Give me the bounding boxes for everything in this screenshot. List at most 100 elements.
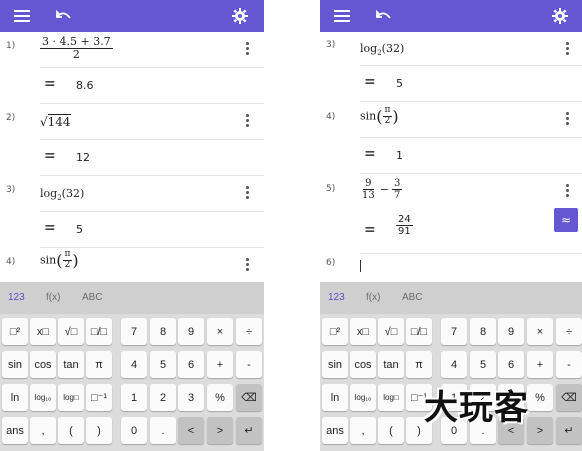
more-vertical-icon[interactable] xyxy=(564,112,570,126)
fraction-key[interactable]: □/□ xyxy=(406,318,432,345)
list-item[interactable]: 3) log2(32) = 5 xyxy=(320,32,582,102)
list-item[interactable]: 3) log2(32) = 5 xyxy=(0,176,264,248)
inverse-key[interactable]: □⁻¹ xyxy=(86,384,112,411)
input-cell[interactable]: √144 xyxy=(40,104,264,140)
digit-5-key[interactable]: 5 xyxy=(150,351,176,378)
tab-123[interactable]: 123 xyxy=(328,292,345,303)
list-item[interactable]: 2) √144 = 12 xyxy=(0,104,264,176)
more-vertical-icon[interactable] xyxy=(564,42,570,56)
square-key[interactable]: □² xyxy=(2,318,28,345)
cos-key[interactable]: cos xyxy=(30,351,56,378)
digit-5-key[interactable]: 5 xyxy=(470,351,496,378)
list-item[interactable]: 5) 9 13−3 7 = 24 91 ≈ xyxy=(320,174,582,254)
digit-7-key[interactable]: 7 xyxy=(121,318,147,345)
digit-2-key[interactable]: 2 xyxy=(150,384,176,411)
enter-key[interactable]: ↵ xyxy=(236,417,262,444)
list-item[interactable]: 6) xyxy=(320,254,582,281)
multiply-key[interactable]: × xyxy=(527,318,553,345)
more-vertical-icon[interactable] xyxy=(244,42,250,56)
gear-icon[interactable] xyxy=(228,4,252,28)
cos-key[interactable]: cos xyxy=(350,351,376,378)
digit-4-key[interactable]: 4 xyxy=(121,351,147,378)
square-key[interactable]: □² xyxy=(322,318,348,345)
digit-8-key[interactable]: 8 xyxy=(150,318,176,345)
backspace-key[interactable]: ⌫ xyxy=(236,384,262,411)
undo-icon[interactable] xyxy=(372,4,396,28)
left-arrow-key[interactable]: < xyxy=(178,417,204,444)
digit-6-key[interactable]: 6 xyxy=(178,351,204,378)
comma-key[interactable]: , xyxy=(30,417,56,444)
hamburger-menu-icon[interactable] xyxy=(10,4,34,28)
log10-key[interactable]: log₁₀ xyxy=(350,384,376,411)
undo-icon[interactable] xyxy=(52,4,76,28)
input-cell[interactable]: log2(32) xyxy=(360,32,582,66)
list-item[interactable]: 1) 3 · 4.5 + 3.7 2 = 8.6 xyxy=(0,32,264,104)
input-field[interactable] xyxy=(360,254,582,281)
multiply-key[interactable]: × xyxy=(207,318,233,345)
sqrt-key[interactable]: √□ xyxy=(378,318,404,345)
digit-3-key[interactable]: 3 xyxy=(178,384,204,411)
tab-123[interactable]: 123 xyxy=(8,292,25,303)
divide-key[interactable]: ÷ xyxy=(236,318,262,345)
plus-key[interactable]: + xyxy=(527,351,553,378)
sin-key[interactable]: sin xyxy=(322,351,348,378)
ans-key[interactable]: ans xyxy=(2,417,28,444)
plus-key[interactable]: + xyxy=(207,351,233,378)
open-paren-key[interactable]: ( xyxy=(58,417,84,444)
more-vertical-icon[interactable] xyxy=(244,186,250,200)
minus-key[interactable]: - xyxy=(236,351,262,378)
digit-9-key[interactable]: 9 xyxy=(498,318,524,345)
tab-abc[interactable]: ABC xyxy=(402,292,423,303)
right-arrow-key[interactable]: > xyxy=(527,417,553,444)
log-base-key[interactable]: log□ xyxy=(58,384,84,411)
digit-6-key[interactable]: 6 xyxy=(498,351,524,378)
input-cell[interactable]: sin(π 2) xyxy=(40,248,264,281)
decimal-key[interactable]: . xyxy=(150,417,176,444)
digit-9-key[interactable]: 9 xyxy=(178,318,204,345)
percent-key[interactable]: % xyxy=(527,384,553,411)
more-vertical-icon[interactable] xyxy=(564,184,570,198)
backspace-key[interactable]: ⌫ xyxy=(556,384,582,411)
hamburger-menu-icon[interactable] xyxy=(330,4,354,28)
input-cell[interactable]: log2(32) xyxy=(40,176,264,212)
log-base-key[interactable]: log□ xyxy=(378,384,404,411)
input-cell[interactable]: 3 · 4.5 + 3.7 2 xyxy=(40,32,264,68)
right-arrow-key[interactable]: > xyxy=(207,417,233,444)
comma-key[interactable]: , xyxy=(350,417,376,444)
tan-key[interactable]: tan xyxy=(58,351,84,378)
minus-key[interactable]: - xyxy=(556,351,582,378)
list-item[interactable]: 4) sin(π 2) xyxy=(0,248,264,281)
ln-key[interactable]: ln xyxy=(322,384,348,411)
ln-key[interactable]: ln xyxy=(2,384,28,411)
approximate-toggle-button[interactable]: ≈ xyxy=(554,208,578,232)
input-cell[interactable]: sin(π 2) xyxy=(360,102,582,138)
open-paren-key[interactable]: ( xyxy=(378,417,404,444)
tan-key[interactable]: tan xyxy=(378,351,404,378)
tab-abc[interactable]: ABC xyxy=(82,292,103,303)
pi-key[interactable]: π xyxy=(86,351,112,378)
sqrt-key[interactable]: √□ xyxy=(58,318,84,345)
divide-key[interactable]: ÷ xyxy=(556,318,582,345)
tab-functions[interactable]: f(x) xyxy=(46,292,60,303)
gear-icon[interactable] xyxy=(548,4,572,28)
digit-1-key[interactable]: 1 xyxy=(121,384,147,411)
tab-functions[interactable]: f(x) xyxy=(366,292,380,303)
percent-key[interactable]: % xyxy=(207,384,233,411)
ans-key[interactable]: ans xyxy=(322,417,348,444)
more-vertical-icon[interactable] xyxy=(244,258,250,272)
more-vertical-icon[interactable] xyxy=(244,114,250,128)
fraction-key[interactable]: □/□ xyxy=(86,318,112,345)
power-key[interactable]: x□ xyxy=(350,318,376,345)
enter-key[interactable]: ↵ xyxy=(556,417,582,444)
sin-key[interactable]: sin xyxy=(2,351,28,378)
digit-4-key[interactable]: 4 xyxy=(441,351,467,378)
list-item[interactable]: 4) sin(π 2) = 1 xyxy=(320,102,582,174)
digit-8-key[interactable]: 8 xyxy=(470,318,496,345)
close-paren-key[interactable]: ) xyxy=(86,417,112,444)
log10-key[interactable]: log₁₀ xyxy=(30,384,56,411)
digit-0-key[interactable]: 0 xyxy=(121,417,147,444)
pi-key[interactable]: π xyxy=(406,351,432,378)
digit-7-key[interactable]: 7 xyxy=(441,318,467,345)
input-cell[interactable]: 9 13−3 7 xyxy=(360,174,582,212)
power-key[interactable]: x□ xyxy=(30,318,56,345)
